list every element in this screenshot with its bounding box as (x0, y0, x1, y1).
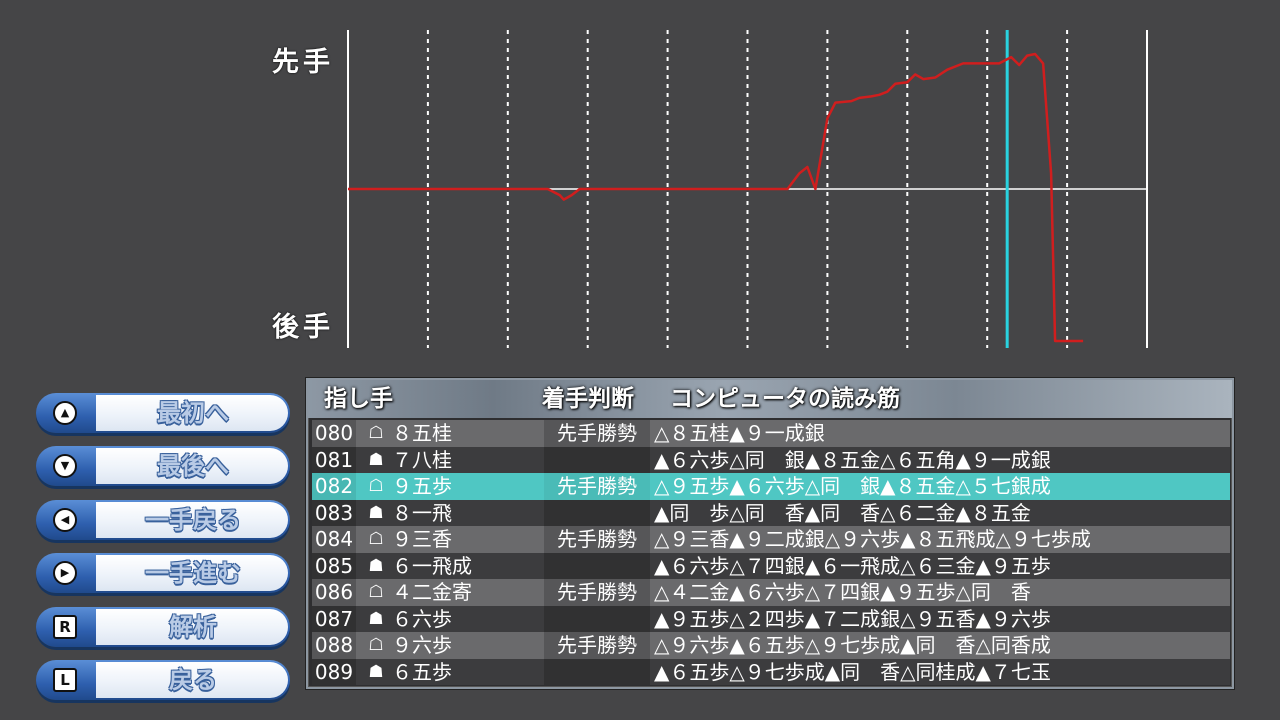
btn-l-button[interactable]: L 戻る (36, 660, 290, 700)
button-label: 一手戻る (145, 506, 241, 534)
computer-line: △４二金▲６六歩△７四銀▲９五歩△同 香 (654, 580, 1031, 604)
gote-piece-icon: ☖ (368, 476, 384, 496)
move-judgement (544, 658, 650, 685)
table-header: 指し手 着手判断 コンピュータの読み筋 (308, 380, 1232, 418)
move-notation: ９三香 (392, 527, 452, 551)
move-notation: ８一飛 (392, 500, 452, 525)
move-judgement: 先手勝勢 (544, 420, 650, 447)
computer-line: ▲９五歩△２四歩▲７二成銀△９五香▲９六歩 (654, 606, 1051, 631)
computer-line: ▲同 歩△同 香▲同 香△６二金▲８五金 (654, 500, 1031, 525)
btn-left-button[interactable]: ◀ 一手戻る (36, 500, 290, 540)
moves-table: 指し手 着手判断 コンピュータの読み筋 080 ☖ ８五桂 先手勝勢 △８五桂▲９一成銀… (306, 378, 1234, 689)
computer-line: △９三香▲９二成銀△９六歩▲８五飛成△９七歩成 (654, 527, 1091, 551)
header-move: 指し手 (324, 386, 393, 412)
btn-up-button[interactable]: ▲ 最初へ (36, 393, 290, 433)
move-judgement: 先手勝勢 (544, 526, 650, 553)
move-notation: ４二金寄 (392, 580, 472, 604)
move-row[interactable]: 089 ☗ ６五歩 ▲６五歩△９七歩成▲同 香△同桂成▲７七玉 (312, 658, 1230, 685)
move-judgement (544, 446, 650, 473)
computer-line: ▲６五歩△９七歩成▲同 香△同桂成▲７七玉 (654, 659, 1051, 684)
move-row[interactable]: 088 ☖ ９六歩 先手勝勢 △９六歩▲６五歩△９七歩成▲同 香△同香成 (312, 632, 1230, 659)
header-computer-line: コンピュータの読み筋 (670, 386, 900, 412)
move-judgement (544, 552, 650, 579)
dpad-up-icon: ▲ (53, 401, 77, 425)
sente-piece-icon: ☗ (368, 555, 384, 576)
gote-piece-icon: ☖ (368, 529, 384, 549)
computer-line: △９五歩▲６六歩△同 銀▲８五金△５七銀成 (654, 474, 1051, 498)
moves-list: 080 ☖ ８五桂 先手勝勢 △８五桂▲９一成銀 081 ☗ ７八桂 ▲６六歩△同 銀▲８五金△… (312, 420, 1230, 685)
move-notation: ７八桂 (392, 447, 452, 472)
button-label: 解析 (169, 613, 217, 641)
dpad-right-icon: ▶ (53, 561, 77, 585)
sente-piece-icon: ☗ (368, 449, 384, 470)
move-judgement: 先手勝勢 (544, 473, 650, 500)
sente-piece-icon: ☗ (368, 502, 384, 523)
move-row[interactable]: 082 ☖ ９五歩 先手勝勢 △９五歩▲６六歩△同 銀▲８五金△５七銀成 (312, 473, 1230, 500)
btn-down-button[interactable]: ▼ 最後へ (36, 446, 290, 486)
move-judgement: 先手勝勢 (544, 632, 650, 659)
computer-line: ▲６六歩△同 銀▲８五金△６五角▲９一成銀 (654, 447, 1051, 472)
move-row[interactable]: 083 ☗ ８一飛 ▲同 歩△同 香▲同 香△６二金▲８五金 (312, 499, 1230, 526)
move-notation: ６一飛成 (392, 553, 472, 578)
btn-r-button[interactable]: R 解析 (36, 607, 290, 647)
computer-line: △８五桂▲９一成銀 (654, 421, 825, 445)
move-number: 084 (312, 526, 356, 553)
move-row[interactable]: 080 ☖ ８五桂 先手勝勢 △８五桂▲９一成銀 (312, 420, 1230, 447)
move-judgement (544, 499, 650, 526)
gote-piece-icon: ☖ (368, 635, 384, 655)
computer-line: △９六歩▲６五歩△９七歩成▲同 香△同香成 (654, 633, 1051, 657)
move-number: 081 (312, 446, 356, 473)
move-notation: ９五歩 (392, 474, 452, 498)
dpad-left-icon: ◀ (53, 508, 77, 532)
sente-piece-icon: ☗ (368, 608, 384, 629)
r-key-icon: R (53, 615, 77, 639)
move-number: 085 (312, 552, 356, 579)
button-label: 最後へ (157, 452, 229, 480)
gote-piece-icon: ☖ (368, 423, 384, 443)
move-row[interactable]: 081 ☗ ７八桂 ▲６六歩△同 銀▲８五金△６五角▲９一成銀 (312, 446, 1230, 473)
move-judgement: 先手勝勢 (544, 579, 650, 606)
evaluation-graph[interactable] (0, 0, 1280, 360)
move-notation: ６五歩 (392, 659, 452, 684)
btn-right-button[interactable]: ▶ 一手進む (36, 553, 290, 593)
move-number: 083 (312, 499, 356, 526)
move-number: 089 (312, 658, 356, 685)
gote-piece-icon: ☖ (368, 582, 384, 602)
sente-piece-icon: ☗ (368, 661, 384, 682)
move-notation: ９六歩 (392, 633, 452, 657)
evaluation-line (348, 52, 1084, 343)
button-label: 戻る (169, 666, 217, 694)
move-notation: ６六歩 (392, 606, 452, 631)
dpad-down-icon: ▼ (53, 454, 77, 478)
move-row[interactable]: 084 ☖ ９三香 先手勝勢 △９三香▲９二成銀△９六歩▲８五飛成△９七歩成 (312, 526, 1230, 553)
button-label: 一手進む (145, 559, 241, 587)
move-number: 087 (312, 605, 356, 632)
sente-axis-label: 先手 (272, 47, 334, 78)
move-number: 080 (312, 420, 356, 447)
move-number: 086 (312, 579, 356, 606)
move-row[interactable]: 086 ☖ ４二金寄 先手勝勢 △４二金▲６六歩△７四銀▲９五歩△同 香 (312, 579, 1230, 606)
move-row[interactable]: 087 ☗ ６六歩 ▲９五歩△２四歩▲７二成銀△９五香▲９六歩 (312, 605, 1230, 632)
move-judgement (544, 605, 650, 632)
move-row[interactable]: 085 ☗ ６一飛成 ▲６六歩△７四銀▲６一飛成△６三金▲９五歩 (312, 552, 1230, 579)
header-judgement: 着手判断 (542, 386, 634, 412)
move-notation: ８五桂 (392, 421, 452, 445)
move-number: 082 (312, 473, 356, 500)
computer-line: ▲６六歩△７四銀▲６一飛成△６三金▲９五歩 (654, 553, 1051, 578)
l-key-icon: L (53, 668, 77, 692)
move-number: 088 (312, 632, 356, 659)
gote-axis-label: 後手 (272, 312, 334, 343)
button-label: 最初へ (157, 399, 229, 427)
